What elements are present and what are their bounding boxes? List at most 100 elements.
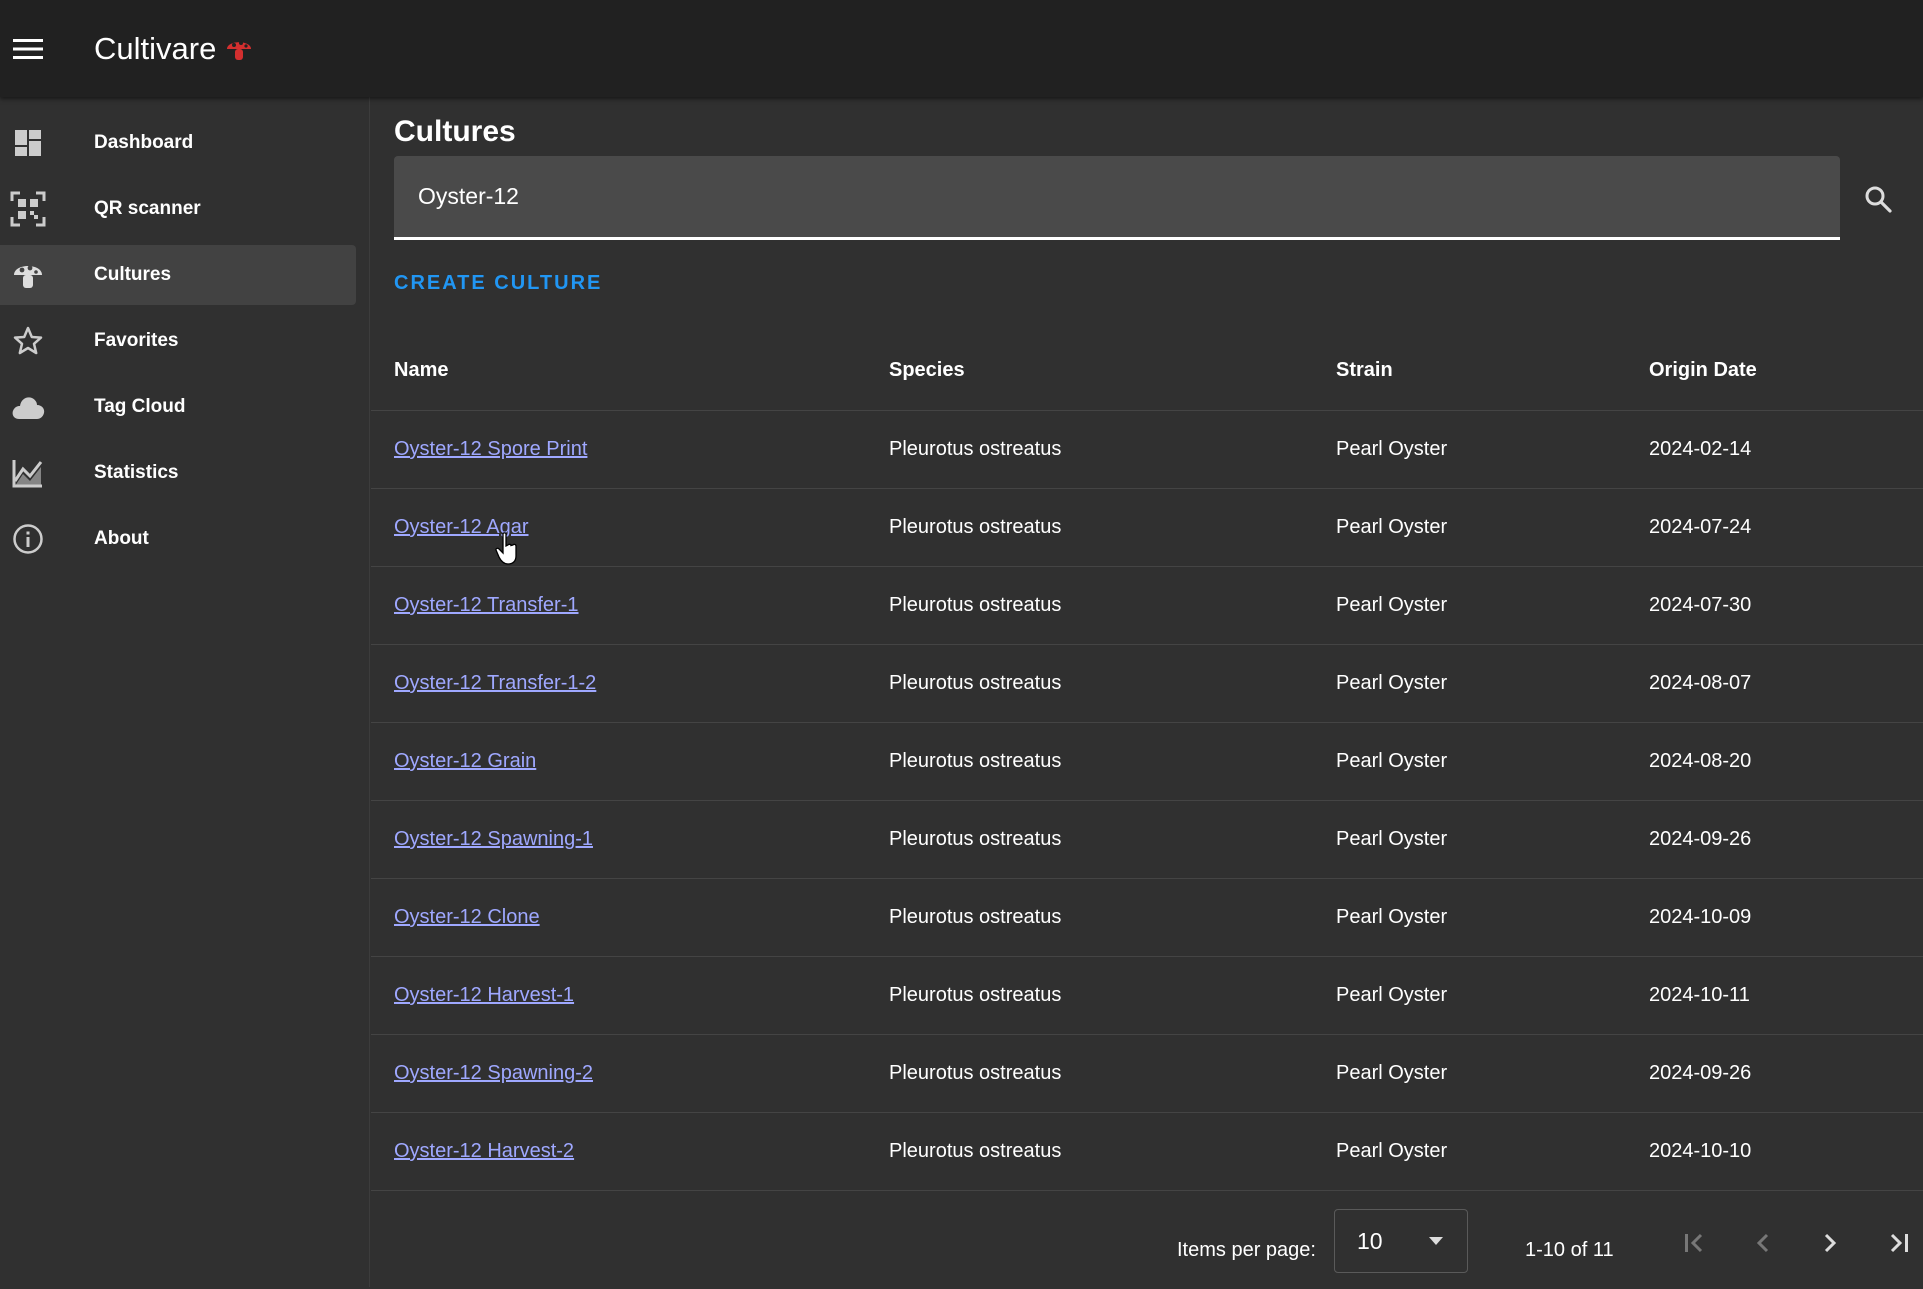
sidebar-item-label: About bbox=[94, 528, 149, 549]
app-title-text: Cultivare bbox=[94, 30, 217, 66]
culture-name-link[interactable]: Oyster-12 Spore Print bbox=[394, 438, 587, 461]
column-header-species[interactable]: Species bbox=[889, 359, 965, 382]
sidebar-item-tag-cloud[interactable]: Tag Cloud bbox=[0, 377, 356, 437]
next-page-button[interactable] bbox=[1811, 1223, 1851, 1263]
strain-cell: Pearl Oyster bbox=[1336, 672, 1448, 694]
table-row: Oyster-12 Agar Pleurotus ostreatus Pearl O… bbox=[371, 489, 1923, 567]
culture-name-link[interactable]: Oyster-12 Harvest-2 bbox=[394, 1140, 574, 1163]
sidebar: Dashboard QR scanner Cultures Favorites … bbox=[0, 97, 370, 1287]
table-row: Oyster-12 Clone Pleurotus ostreatus Pearl … bbox=[371, 879, 1923, 957]
species-cell: Pleurotus ostreatus bbox=[889, 516, 1062, 538]
items-per-page-label: Items per page: bbox=[1177, 1239, 1316, 1261]
search-button[interactable] bbox=[1856, 177, 1900, 221]
species-cell: Pleurotus ostreatus bbox=[889, 672, 1062, 694]
column-header-name[interactable]: Name bbox=[394, 359, 448, 382]
table-row: Oyster-12 Harvest-1 Pleurotus ostreatus Pe… bbox=[371, 957, 1923, 1035]
page-title: Cultures bbox=[394, 115, 516, 148]
origin-date-cell: 2024-08-20 bbox=[1649, 750, 1752, 772]
paginator: Items per page: 10 1-10 of 11 bbox=[371, 1209, 1923, 1289]
origin-date-cell: 2024-08-07 bbox=[1649, 672, 1752, 694]
table-row: Oyster-12 Grain Pleurotus ostreatus Pearl … bbox=[371, 723, 1923, 801]
search-icon bbox=[1865, 186, 1892, 213]
hamburger-menu-icon bbox=[13, 38, 43, 59]
search-field[interactable] bbox=[394, 156, 1840, 240]
dashboard-icon bbox=[15, 130, 41, 156]
strain-cell: Pearl Oyster bbox=[1336, 1062, 1448, 1084]
origin-date-cell: 2024-10-09 bbox=[1649, 906, 1752, 928]
star-icon bbox=[13, 326, 43, 355]
sidebar-item-label: Cultures bbox=[94, 264, 172, 285]
strain-cell: Pearl Oyster bbox=[1336, 1140, 1448, 1162]
sidebar-item-cultures[interactable]: Cultures bbox=[0, 245, 356, 305]
mushroom-icon bbox=[14, 265, 42, 288]
sidebar-item-label: Favorites bbox=[94, 330, 179, 351]
create-culture-button[interactable]: CREATE CULTURE bbox=[394, 272, 602, 295]
culture-name-link[interactable]: Oyster-12 Spawning-2 bbox=[394, 1062, 593, 1085]
qr-scanner-icon bbox=[10, 191, 46, 227]
items-per-page-value: 10 bbox=[1357, 1227, 1383, 1254]
species-cell: Pleurotus ostreatus bbox=[889, 906, 1062, 928]
culture-name-link[interactable]: Oyster-12 Clone bbox=[394, 906, 540, 929]
chevron-right-icon bbox=[1824, 1233, 1837, 1253]
origin-date-cell: 2024-10-10 bbox=[1649, 1140, 1752, 1162]
last-page-icon bbox=[1890, 1233, 1908, 1253]
origin-date-cell: 2024-02-14 bbox=[1649, 438, 1752, 460]
last-page-button[interactable] bbox=[1879, 1223, 1919, 1263]
table-row: Oyster-12 Transfer-1-2 Pleurotus ostreatu… bbox=[371, 645, 1923, 723]
species-cell: Pleurotus ostreatus bbox=[889, 750, 1062, 772]
previous-page-button[interactable] bbox=[1742, 1223, 1782, 1263]
app-title: Cultivare bbox=[94, 31, 254, 67]
origin-date-cell: 2024-09-26 bbox=[1649, 1062, 1752, 1084]
species-cell: Pleurotus ostreatus bbox=[889, 1140, 1062, 1162]
sidebar-item-favorites[interactable]: Favorites bbox=[0, 311, 356, 371]
items-per-page-select[interactable]: 10 bbox=[1334, 1209, 1468, 1273]
origin-date-cell: 2024-10-11 bbox=[1649, 984, 1750, 1006]
table-row: Oyster-12 Transfer-1 Pleurotus ostreatus P… bbox=[371, 567, 1923, 645]
sidebar-item-label: Tag Cloud bbox=[94, 396, 186, 417]
column-header-strain[interactable]: Strain bbox=[1336, 359, 1393, 382]
strain-cell: Pearl Oyster bbox=[1336, 828, 1448, 850]
culture-name-link[interactable]: Oyster-12 Grain bbox=[394, 750, 536, 773]
table-row: Oyster-12 Spawning-2 Pleurotus ostreatus P… bbox=[371, 1035, 1923, 1113]
culture-name-link[interactable]: Oyster-12 Transfer-1-2 bbox=[394, 672, 596, 695]
first-page-button[interactable] bbox=[1674, 1223, 1714, 1263]
cloud-icon bbox=[12, 397, 45, 419]
origin-date-cell: 2024-07-24 bbox=[1649, 516, 1752, 538]
search-input[interactable] bbox=[394, 156, 1840, 237]
main-content: Cultures CREATE CULTURE Name Species Str… bbox=[371, 97, 1923, 1287]
cultures-table: Name Species Strain Origin Date Oyster-1… bbox=[371, 331, 1923, 1191]
species-cell: Pleurotus ostreatus bbox=[889, 438, 1062, 460]
hand-cursor-icon bbox=[495, 532, 517, 565]
strain-cell: Pearl Oyster bbox=[1336, 594, 1448, 616]
origin-date-cell: 2024-09-26 bbox=[1649, 828, 1752, 850]
table-header: Name Species Strain Origin Date bbox=[371, 331, 1923, 411]
culture-name-link[interactable]: Oyster-12 Harvest-1 bbox=[394, 984, 574, 1007]
strain-cell: Pearl Oyster bbox=[1336, 516, 1448, 538]
species-cell: Pleurotus ostreatus bbox=[889, 594, 1062, 616]
sidebar-item-about[interactable]: About bbox=[0, 509, 356, 569]
species-cell: Pleurotus ostreatus bbox=[889, 1062, 1062, 1084]
strain-cell: Pearl Oyster bbox=[1336, 750, 1448, 772]
table-row: Oyster-12 Spawning-1 Pleurotus ostreatus P… bbox=[371, 801, 1923, 879]
mushroom-logo-icon bbox=[227, 40, 252, 60]
chart-icon bbox=[12, 460, 43, 488]
strain-cell: Pearl Oyster bbox=[1336, 906, 1448, 928]
sidebar-item-label: QR scanner bbox=[94, 198, 201, 219]
sidebar-item-dashboard[interactable]: Dashboard bbox=[0, 113, 356, 173]
culture-name-link[interactable]: Oyster-12 Spawning-1 bbox=[394, 828, 593, 851]
app-toolbar: Cultivare bbox=[0, 0, 1923, 97]
strain-cell: Pearl Oyster bbox=[1336, 984, 1448, 1006]
sidebar-item-qr-scanner[interactable]: QR scanner bbox=[0, 179, 356, 239]
sidebar-item-label: Statistics bbox=[94, 462, 179, 483]
info-icon bbox=[13, 524, 43, 554]
column-header-origin-date[interactable]: Origin Date bbox=[1649, 359, 1757, 382]
sidebar-item-statistics[interactable]: Statistics bbox=[0, 443, 356, 503]
species-cell: Pleurotus ostreatus bbox=[889, 828, 1062, 850]
species-cell: Pleurotus ostreatus bbox=[889, 984, 1062, 1006]
table-row: Oyster-12 Spore Print Pleurotus ostreatus… bbox=[371, 411, 1923, 489]
page-range-label: 1-10 of 11 bbox=[1525, 1239, 1614, 1261]
chevron-left-icon bbox=[1756, 1233, 1769, 1253]
menu-button[interactable] bbox=[0, 21, 56, 77]
origin-date-cell: 2024-07-30 bbox=[1649, 594, 1752, 616]
culture-name-link[interactable]: Oyster-12 Transfer-1 bbox=[394, 594, 579, 617]
